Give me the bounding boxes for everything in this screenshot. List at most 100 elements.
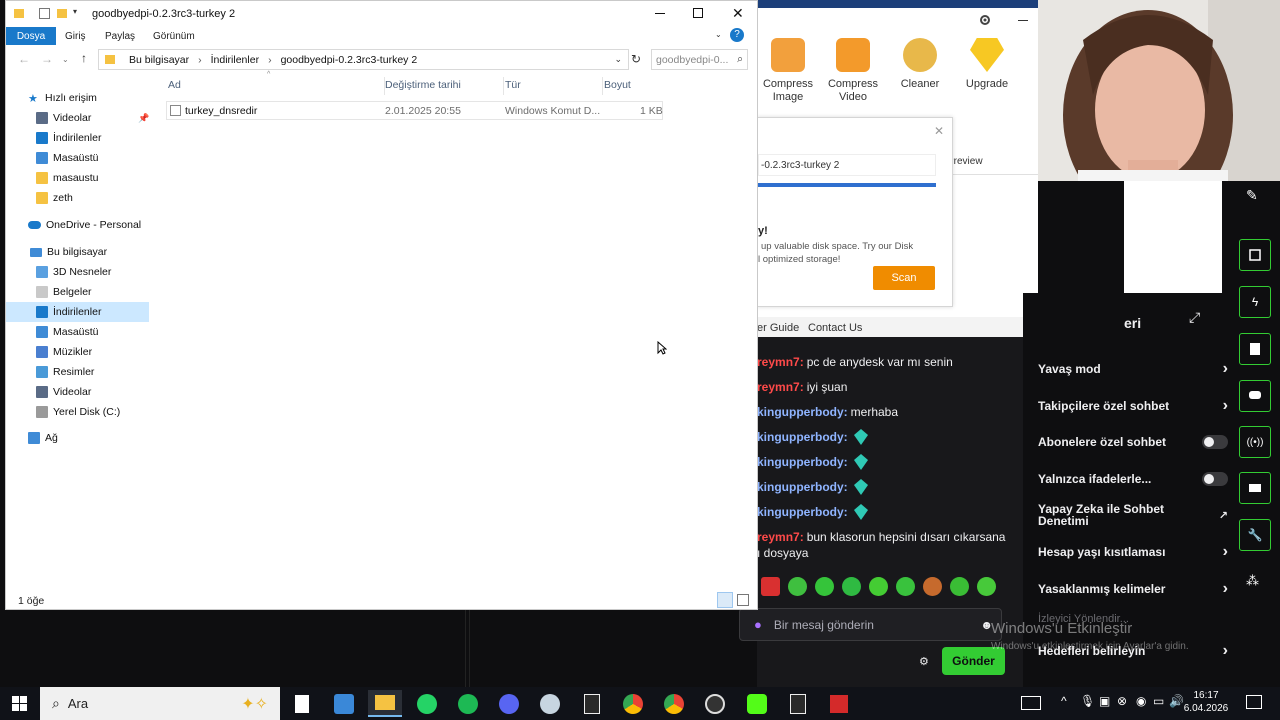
nav-pc-item[interactable]: Belgeler xyxy=(6,282,149,302)
document-icon[interactable] xyxy=(1239,333,1271,365)
chat-username[interactable]: kingupperbody xyxy=(757,480,844,494)
contact-us-link[interactable]: Contact Us xyxy=(808,322,862,334)
chat-username[interactable]: kingupperbody xyxy=(757,430,844,444)
chat-username[interactable]: reymn7 xyxy=(757,530,800,544)
tab-file[interactable]: Dosya xyxy=(6,27,56,45)
notepad-app-icon[interactable] xyxy=(285,690,319,717)
help-icon[interactable]: ? xyxy=(730,28,744,42)
nav-this-pc[interactable]: Bu bilgisayar xyxy=(6,242,149,262)
back-arrow-icon[interactable]: ← xyxy=(18,52,30,66)
wrench-icon[interactable]: 🔧 xyxy=(1239,519,1271,551)
emote-icon[interactable] xyxy=(815,577,834,596)
mod-setting-row[interactable]: Abonelere özel sohbet xyxy=(1038,428,1228,456)
emote-icon[interactable] xyxy=(869,577,888,596)
nav-quick-item[interactable]: masaustu xyxy=(6,168,149,188)
column-type[interactable]: Tür xyxy=(505,79,521,91)
notifications-icon[interactable] xyxy=(1246,695,1262,709)
tray-chevron-icon[interactable]: ^ xyxy=(1061,694,1067,708)
nav-pc-item[interactable]: Videolar xyxy=(6,382,149,402)
chat-username[interactable]: reymn7 xyxy=(757,380,800,394)
microphone-icon[interactable]: ● xyxy=(754,617,762,632)
details-view-icon[interactable] xyxy=(717,592,733,608)
discord-app-icon[interactable] xyxy=(492,690,526,717)
nav-onedrive[interactable]: OneDrive - Personal xyxy=(6,215,149,235)
refresh-icon[interactable]: ↻ xyxy=(631,52,641,66)
broadcast-icon[interactable]: ((•)) xyxy=(1239,426,1271,458)
chrome-app-icon[interactable] xyxy=(616,690,650,717)
whatsapp-app-icon[interactable] xyxy=(410,690,444,717)
tab-home[interactable]: Giriş xyxy=(65,27,86,45)
chat-username[interactable]: kingupperbody xyxy=(757,455,844,469)
nav-network[interactable]: Ağ xyxy=(6,428,149,448)
taskbar-search[interactable]: ⌕ Ara ✦✧ xyxy=(40,687,280,720)
battery-icon[interactable]: ▭ xyxy=(1153,694,1164,708)
mod-setting-row[interactable]: Yavaş mod › xyxy=(1038,355,1228,383)
app-icon[interactable] xyxy=(698,690,732,717)
app-icon[interactable] xyxy=(327,690,361,717)
column-date[interactable]: Değiştirme tarihi xyxy=(385,79,461,91)
volume-icon[interactable]: 🔊 xyxy=(1169,694,1184,708)
tool-cleaner[interactable]: Cleaner xyxy=(887,38,953,91)
streaming-app-icon[interactable] xyxy=(740,690,774,717)
chat-username[interactable]: kingupperbody xyxy=(757,505,844,519)
minimize-icon[interactable] xyxy=(655,13,665,14)
windows-start-icon[interactable] xyxy=(12,696,27,711)
tool-upgrade[interactable]: Upgrade xyxy=(954,38,1020,91)
new-folder-icon[interactable] xyxy=(57,9,67,18)
large-icons-view-icon[interactable] xyxy=(737,594,749,606)
pencil-icon[interactable]: ✎ xyxy=(1246,187,1258,204)
camera-icon[interactable]: ▣ xyxy=(1099,694,1110,708)
epic-games-app-icon[interactable] xyxy=(781,690,815,717)
app-icon[interactable] xyxy=(822,690,856,717)
up-arrow-icon[interactable]: ↑ xyxy=(81,51,87,65)
file-explorer-app-icon[interactable] xyxy=(368,690,402,717)
keyboard-icon[interactable] xyxy=(1021,696,1041,710)
mod-setting-row[interactable]: Yapay Zeka ile Sohbet Denetimi ↗ xyxy=(1038,501,1228,529)
nav-pc-item[interactable]: Resimler xyxy=(6,362,149,382)
nav-quick-item[interactable]: Masaüstü xyxy=(6,148,149,168)
toggle-switch[interactable] xyxy=(1202,435,1228,449)
chrome-profile-app-icon[interactable] xyxy=(657,690,691,717)
nav-quick-item[interactable]: İndirilenler xyxy=(6,128,149,148)
expand-ribbon-icon[interactable]: ⌄ xyxy=(715,30,722,39)
user-guide-link[interactable]: er Guide xyxy=(757,322,799,334)
popout-icon[interactable]: ⤢ xyxy=(1189,309,1200,326)
tool-compress-image[interactable]: Compress Image xyxy=(755,38,821,104)
nav-pc-item[interactable]: Masaüstü xyxy=(6,322,149,342)
nodes-icon[interactable]: ⁂ xyxy=(1246,573,1259,589)
minimize-icon[interactable] xyxy=(1018,20,1028,21)
chat-settings-gear-icon[interactable]: ⚙ xyxy=(919,655,929,668)
emote-icon[interactable] xyxy=(896,577,915,596)
customize-arrow-icon[interactable]: ▾ xyxy=(73,7,77,16)
emote-icon[interactable] xyxy=(950,577,969,596)
close-icon[interactable]: ✕ xyxy=(732,5,744,22)
mod-setting-row[interactable]: Hesap yaşı kısıtlaması › xyxy=(1038,538,1228,566)
mod-setting-row[interactable]: Yalnızca ifadelerle... xyxy=(1038,465,1228,493)
breadcrumb-item[interactable]: İndirilenler xyxy=(211,54,259,66)
emote-icon[interactable] xyxy=(923,577,942,596)
taskbar-clock[interactable]: 16:17 6.04.2026 xyxy=(1183,689,1229,715)
properties-icon[interactable] xyxy=(39,8,50,19)
nav-pc-item[interactable]: Müzikler xyxy=(6,342,149,362)
video-icon[interactable] xyxy=(1239,472,1271,504)
close-icon[interactable]: ✕ xyxy=(934,124,944,138)
emote-icon[interactable] xyxy=(842,577,861,596)
emote-icon[interactable] xyxy=(761,577,780,596)
nav-pc-item[interactable]: Yerel Disk (C:) xyxy=(6,402,149,422)
network-icon[interactable]: ⊗ xyxy=(1117,694,1127,708)
microphone-icon[interactable]: 🎙 xyxy=(1080,694,1095,708)
location-icon[interactable]: ◉ xyxy=(1136,694,1146,708)
nav-quick-item[interactable]: Videolar xyxy=(6,108,149,128)
nav-pc-item[interactable]: 3D Nesneler xyxy=(6,262,149,282)
tab-share[interactable]: Paylaş xyxy=(105,27,135,45)
steam-app-icon[interactable] xyxy=(533,690,567,717)
column-name[interactable]: Ad xyxy=(168,79,181,91)
settings-gear-icon[interactable] xyxy=(979,14,991,26)
lightning-icon[interactable]: ϟ xyxy=(1239,286,1271,318)
chat-username[interactable]: reymn7 xyxy=(757,355,800,369)
spotify-app-icon[interactable] xyxy=(451,690,485,717)
mod-setting-row[interactable]: Takipçilere özel sohbet › xyxy=(1038,392,1228,420)
tab-view[interactable]: Görünüm xyxy=(153,27,195,45)
toggle-switch[interactable] xyxy=(1202,472,1228,486)
emote-icon[interactable] xyxy=(977,577,996,596)
